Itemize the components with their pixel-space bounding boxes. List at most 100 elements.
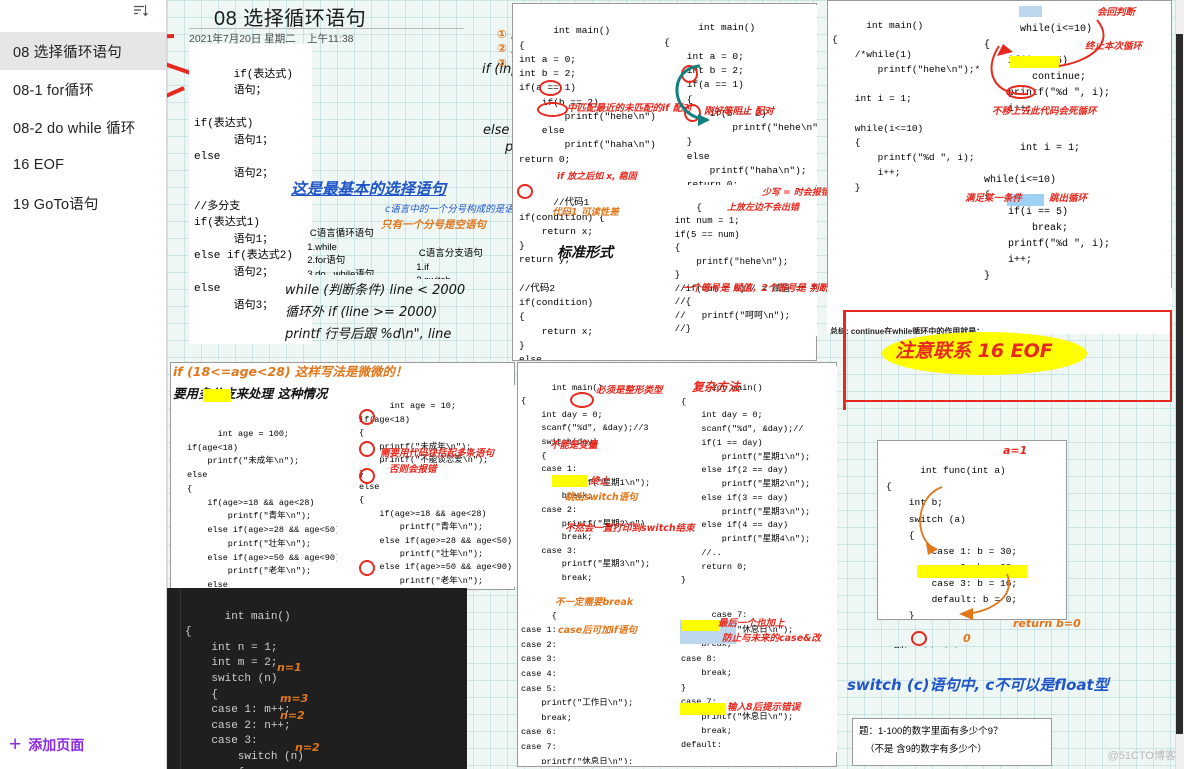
annotation-red-edge	[843, 310, 846, 402]
code-card-age1: int age = 100; if(age<18) printf("未成年\n"…	[185, 412, 337, 587]
annotation-circle-brace2	[359, 441, 375, 457]
annotation-loop-arrow	[990, 19, 1105, 96]
func-result: 则func(1)= ( )	[877, 632, 1027, 648]
func-result-text: 则func(1)= ( )	[894, 647, 959, 648]
annotation-circle-brace3	[359, 468, 375, 484]
handwriting-sw-note4: 跳出switch语句	[565, 492, 638, 503]
handwriting-func-note2: return b=0	[1013, 617, 1081, 630]
code-text: int age = 10; if(age<18) { printf("未成年\n…	[359, 401, 513, 586]
annotation-arrow-func	[919, 486, 943, 555]
handwriting-age-note2: 要用多分支来处理 这种情况	[173, 386, 328, 401]
handwriting-empty-stmt: 只有一个分号是空语句	[381, 219, 486, 231]
sidebar-item-label: 19 GoTo语句	[13, 196, 99, 213]
sidebar-item-label: 08-2 do while 循环	[13, 120, 136, 137]
handwriting-sw-note3: 终止	[590, 476, 610, 487]
handwriting-else: else	[483, 123, 510, 138]
handwriting-mid-note5: 标准形式	[557, 245, 613, 261]
code-text: int main() { int n = 1; int m = 2; switc…	[185, 610, 304, 769]
sidebar-item-label: 08-1 for循环	[13, 82, 94, 99]
question-card: 题：1-100的数字里面有多少个9？ （不是 含9的数字有多少个）	[852, 718, 1052, 766]
scrollbar-thumb[interactable]	[1176, 34, 1183, 734]
loops-list-text: C语言循环语句 1.while 2.for语句 3.do...while语句	[307, 227, 375, 275]
vertical-scrollbar[interactable]	[1175, 0, 1184, 769]
handwriting-mid-note3: if 放之后如 x, 稳固	[557, 172, 637, 182]
code-card-a: int main() { int a = 0; int b = 2; if(a …	[517, 8, 657, 168]
code-text: int main() { int day = 0; scanf("%d", &d…	[681, 382, 811, 586]
plus-icon: +	[9, 733, 22, 756]
code-card-switch2: case 7: printf("休息日\n"); break; case 8: …	[679, 592, 837, 752]
code-text: if(表达式) 语句； if(表达式) 语句1； else 语句2； //多分支…	[194, 68, 294, 312]
sidebar-item-label: 08 选择循环语句	[13, 44, 122, 61]
handwriting-sw-note6: 不一定需要break	[555, 597, 634, 608]
sidebar-item-19-goto[interactable]: 19 GoTo语句	[0, 184, 166, 222]
handwriting-sw-note9: 防止与未来的case&改	[722, 633, 821, 644]
annotation-circle-increment	[1006, 85, 1036, 99]
handwriting-mid-note6: 少写 = 时会报错	[762, 188, 830, 198]
handwriting-dark-note2: m=3	[280, 692, 309, 705]
note-time: 上午11:38	[307, 33, 354, 45]
annotation-circle-if2	[517, 184, 533, 199]
handwriting-right-note3: 不移上去此代码会死循环	[992, 106, 1097, 117]
handwriting-func-note3: 0	[963, 632, 971, 645]
sidebar-item-08-1[interactable]: 08-1 for循环	[0, 70, 166, 108]
highlight-default	[680, 703, 726, 715]
add-page-button[interactable]: + 添加页面	[0, 734, 166, 755]
annotation-circle-brace4	[359, 560, 375, 576]
code-card-age2: int age = 10; if(age<18) { printf("未成年\n…	[357, 385, 517, 587]
handwriting-mid-note7: 上放左边不会出错	[727, 203, 800, 213]
question-line-1: 题：1-100的数字里面有多少个9？	[859, 726, 1003, 737]
handwriting-mid-note4: 代码1 可读性差	[552, 207, 619, 218]
handwriting-age-note1: if (18<=age<28) 这样写法是微微的！	[173, 364, 408, 379]
dark-gutter	[167, 588, 181, 769]
handwriting-dark-note3: n=2	[280, 709, 305, 722]
title-divider	[189, 28, 464, 29]
page-title: 08 选择循环语句	[214, 8, 367, 30]
sort-icon[interactable]	[132, 4, 148, 18]
annotation-circle-func1	[911, 631, 927, 646]
code-text: int age = 100; if(age<18) printf("未成年\n"…	[187, 428, 337, 587]
sidebar-item-08-2[interactable]: 08-2 do while 循环	[0, 108, 166, 146]
handwriting-right-note5: 跳出循环	[1049, 193, 1088, 204]
handwriting-right-note4: 满足某一条件	[965, 193, 1023, 204]
handwriting-basic-select: 这是最基本的选择语句	[291, 180, 447, 198]
highlight-duofenzhi	[203, 389, 231, 402]
highlight-break-switch	[552, 475, 588, 487]
sidebar-item-16-eof[interactable]: 16 EOF	[0, 146, 166, 184]
sidebar-item-label: 16 EOF	[13, 157, 65, 173]
annotation-circle-brace1	[359, 409, 375, 425]
sidebar-item-08[interactable]: 08 选择循环语句	[0, 32, 166, 70]
sidebar: 08 选择循环语句 08-1 for循环 08-2 do while 循环 16…	[0, 0, 167, 769]
handwriting-sw-note1: 必须是整形类型	[596, 385, 663, 396]
handwriting-dark-note1: n=1	[277, 661, 302, 674]
add-page-label: 添加页面	[28, 736, 85, 753]
note-app-window: 08 选择循环语句 08-1 for循环 08-2 do while 循环 16…	[0, 0, 1184, 769]
annotation-arrow-return	[959, 573, 1010, 620]
watermark: @51CTO博客	[1107, 750, 1176, 762]
handwriting-sw-note8: 最后一个也加上	[718, 618, 785, 629]
text-card-branches: C语言分支语句 1.if 2.switch	[403, 233, 513, 279]
code-text: int main() { int a = 0; int b = 2; if(a …	[519, 25, 657, 168]
handwriting-eof-note: 注意联系 16 EOF	[895, 340, 1053, 362]
code-card-while-basic: int main() { /*while(1) printf("hehe\n")…	[830, 2, 980, 192]
annotation-arrow-1	[167, 34, 175, 39]
handwriting-while-cond: while (判断条件) line < 2000	[285, 283, 466, 298]
annotation-brace-teal	[675, 64, 710, 126]
highlight-break2	[682, 620, 720, 631]
handwriting-sw-note2: 不能是变量	[550, 440, 598, 451]
annotation-circle-if	[539, 80, 562, 96]
handwriting-printf-line: printf 行号后跟 %d\n", line	[285, 327, 452, 342]
code-card-ifchain: int main() { int day = 0; scanf("%d", &d…	[679, 366, 837, 592]
handwriting-dark-note4: n=2	[295, 741, 320, 754]
code-text: int main() { /*while(1) printf("hehe\n")…	[832, 19, 980, 192]
handwriting-mid-note8: 一个等号是 赋值，2个等号是 判断相等	[682, 283, 848, 294]
code-text: int i = 1; while(i<=10) { if(i == 5) bre…	[984, 143, 1111, 282]
handwriting-sw-note11: 复杂方法	[692, 380, 741, 394]
handwriting-age-note3: 需要用代码块括起多条语句	[380, 448, 495, 459]
handwriting-float-note: switch (c)语句中, c不可以是float型	[847, 676, 1109, 694]
note-canvas[interactable]: 08 选择循环语句 2021年7月20日 星期二 上午11:38 if(表达式)…	[167, 0, 1184, 769]
code-text: //代码1 if(condition) { return x; } return…	[519, 197, 605, 360]
handwriting-age-note4: 否则会报错	[389, 464, 437, 475]
handwriting-sw-note5: 不然会一直打印到switch结束	[565, 523, 695, 534]
code-card-switch1b: { case 1: case 2: case 3: case 4: case 5…	[519, 592, 669, 764]
page-list: 08 选择循环语句 08-1 for循环 08-2 do while 循环 16…	[0, 32, 166, 222]
